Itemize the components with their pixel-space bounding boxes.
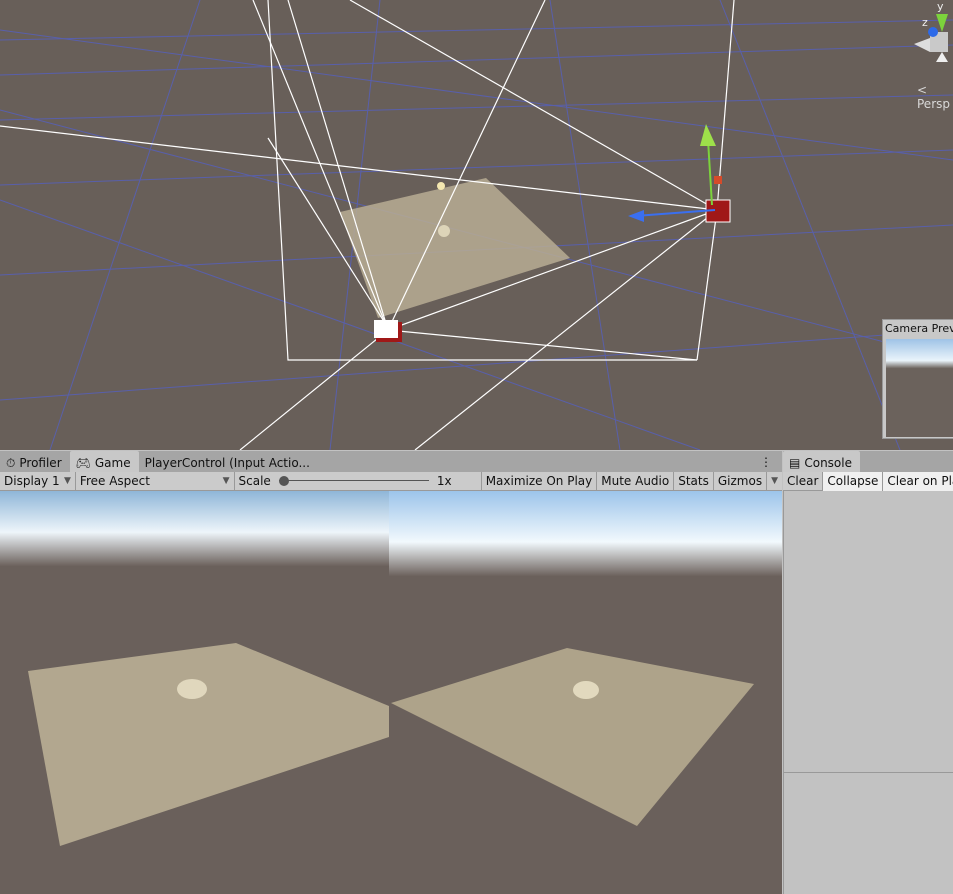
gamepad-icon: 🎮︎ [75,456,91,470]
display-value: Display 1 [4,474,60,488]
display-select[interactable]: Display 1 ▼ [0,471,76,491]
camera-preview-title: Camera Preview [885,322,953,335]
console-log-area[interactable] [783,491,953,894]
aspect-value: Free Aspect [79,474,150,488]
tab-label: Profiler [19,456,62,470]
chevron-down-icon: ▼ [222,476,230,486]
camera-gizmo-2-selected[interactable] [628,124,731,223]
stats-toggle[interactable]: Stats [674,471,714,491]
more-options-icon[interactable]: ⋮ [750,455,782,472]
projection-toggle[interactable]: < Persp [917,83,953,111]
scale-control: Scale 1x [235,471,482,491]
tab-label: Console [804,456,852,470]
scale-value: 1x [436,474,452,488]
clear-button[interactable]: Clear [783,471,824,491]
tab-console[interactable]: ▤ Console [783,451,860,472]
clear-on-play-toggle[interactable]: Clear on Play [883,471,953,491]
game-toolbar: Display 1 ▼ Free Aspect ▼ Scale 1x Maximiz… [0,471,782,491]
collapse-toggle[interactable]: Collapse [823,471,884,491]
slider-thumb[interactable] [278,476,289,486]
gizmo-z-label: z [922,16,928,29]
scale-slider[interactable] [278,476,429,486]
scale-label: Scale [238,474,271,488]
tab-playercontrol[interactable]: PlayerControl (Input Actio... [139,451,318,472]
left-ground [28,643,389,846]
scene-canvas[interactable]: y z [0,0,953,450]
game-render [0,491,782,846]
console-toolbar: Clear Collapse Clear on Play [783,471,953,491]
console-splitter[interactable] [784,772,953,773]
right-ground [391,648,754,826]
camera-preview-image [886,339,953,437]
camera-gizmo-1[interactable] [374,320,402,342]
light-icon[interactable] [437,182,445,190]
right-sky [389,491,782,576]
game-view[interactable] [0,491,782,894]
chevron-down-icon: ▼ [64,476,71,486]
mute-audio-toggle[interactable]: Mute Audio [597,471,675,491]
gizmo-y-label: y [937,0,944,13]
console-icon: ▤ [789,456,801,470]
tab-profiler[interactable]: ⏱ Profiler [0,451,70,472]
right-sphere [573,681,599,699]
maximize-on-play-toggle[interactable]: Maximize On Play [482,471,598,491]
gizmos-toggle[interactable]: Gizmos [714,471,768,491]
orientation-gizmo[interactable]: y z [914,0,948,62]
gizmos-dropdown-icon[interactable]: ▼ [767,472,782,491]
left-sphere [177,679,207,699]
tab-game[interactable]: 🎮︎ Game [69,451,139,472]
sphere-object[interactable] [438,225,450,237]
tab-label: PlayerControl (Input Actio... [144,456,310,470]
console-tabbar: ▤ Console [783,451,953,472]
game-tabbar: ⏱ Profiler 🎮︎ Game PlayerControl (Input Ac… [0,451,782,472]
camera-preview: Camera Preview [882,319,953,439]
aspect-select[interactable]: Free Aspect ▼ [76,471,235,491]
scene-view[interactable]: y z < Persp Camera Preview [0,0,953,450]
left-sky [0,491,389,566]
stopwatch-icon: ⏱ [6,455,16,470]
tab-label: Game [94,456,131,470]
